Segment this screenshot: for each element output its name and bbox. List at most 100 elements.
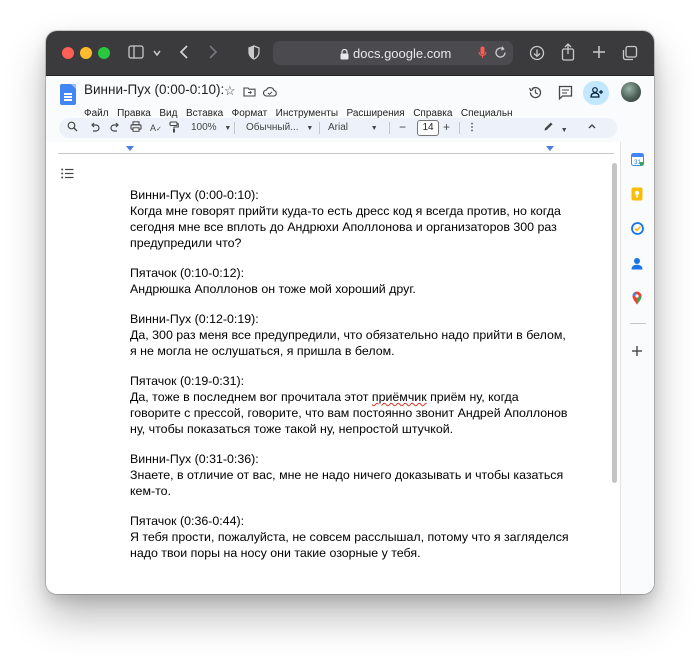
paragraph-style-value: Обычный... <box>246 122 299 133</box>
plus-icon[interactable] <box>592 45 606 61</box>
document-outline-icon[interactable] <box>61 168 74 181</box>
star-icon[interactable]: ☆ <box>224 84 236 98</box>
sidebar-icon[interactable] <box>128 45 144 61</box>
vertical-scrollbar[interactable] <box>612 163 617 483</box>
toolbar-divider <box>459 122 460 134</box>
line-segment: приём ну, когда <box>426 390 519 404</box>
document-canvas[interactable]: Винни-Пух (0:00-0:10): Когда мне говорят… <box>46 155 620 594</box>
chevron-down-icon[interactable] <box>152 46 162 60</box>
transcript-line: говорите с прессой, говорите, что вам по… <box>130 406 568 420</box>
speaker-label: Пятачок (0:10-0:12): <box>130 266 245 280</box>
shield-icon[interactable] <box>248 45 260 62</box>
toolbar-divider <box>389 122 390 134</box>
docs-logo-icon[interactable] <box>60 84 76 105</box>
transcript-block: Пятачок (0:19-0:31): Да, тоже в последне… <box>130 373 575 437</box>
address-bar[interactable]: docs.google.com <box>273 41 513 65</box>
tab-overview-icon[interactable] <box>622 45 638 63</box>
transcript-line: Андрюшка Аполлонов он тоже мой хороший д… <box>130 282 416 296</box>
forward-icon[interactable] <box>208 44 218 62</box>
font-size-input[interactable]: 14 <box>417 120 439 136</box>
pencil-icon <box>543 122 557 135</box>
transcript-line: сегодня мне все вплоть до Андрюхи Аполло… <box>130 220 557 234</box>
speaker-label: Винни-Пух (0:12-0:19): <box>130 312 259 326</box>
transcript-block: Пятачок (0:36-0:44): Я тебя прости, пожа… <box>130 513 575 561</box>
zoom-window-button[interactable] <box>98 47 110 59</box>
transcript-line: предупредили что? <box>130 236 242 250</box>
version-history-icon[interactable] <box>528 85 543 102</box>
font-select[interactable]: Arial ▼ <box>328 121 378 136</box>
transcript-line: надо твои поры на носу они такие озорные… <box>130 546 421 560</box>
editing-mode-button[interactable]: ▼ <box>543 121 568 138</box>
transcript-line: Да, тоже в последнем вог прочитала этот … <box>130 389 575 405</box>
zoom-select[interactable]: 100% ▼ <box>191 121 231 136</box>
ruler <box>58 142 618 155</box>
spelling-check-icon[interactable]: A✓ <box>150 121 162 137</box>
reload-icon[interactable] <box>494 46 507 64</box>
chevron-down-icon: ▼ <box>370 125 378 132</box>
transcript-line: я не могла не ослушаться, я пришла в бел… <box>130 344 395 358</box>
more-options-icon[interactable]: ⋮ <box>467 121 477 135</box>
print-icon[interactable] <box>130 121 142 137</box>
hide-menus-icon[interactable] <box>587 121 597 136</box>
contacts-icon[interactable] <box>630 257 644 271</box>
minimize-window-button[interactable] <box>80 47 92 59</box>
transcript-block: Винни-Пух (0:31-0:36): Знаете, в отличие… <box>130 451 575 499</box>
document-title[interactable]: Винни-Пух (0:00-0:10): <box>84 82 224 97</box>
paint-format-icon[interactable] <box>169 121 179 138</box>
chevron-down-icon: ▼ <box>224 125 232 132</box>
side-panel: 31 <box>620 142 654 594</box>
url-text: docs.google.com <box>353 46 452 61</box>
transcript-line: Знаете, в отличие от вас, мне не надо ни… <box>130 468 564 482</box>
close-window-button[interactable] <box>62 47 74 59</box>
side-panel-divider <box>630 323 646 324</box>
transcript-block: Винни-Пух (0:12-0:19): Да, 300 раз меня … <box>130 311 575 359</box>
transcript-block: Пятачок (0:10-0:12): Андрюшка Аполлонов … <box>130 265 575 297</box>
search-menus-icon[interactable] <box>67 121 78 137</box>
add-person-icon <box>589 87 603 101</box>
toolbar-divider <box>319 122 320 134</box>
decrease-font-size-button[interactable]: − <box>399 120 406 134</box>
download-icon[interactable] <box>529 45 545 63</box>
transcript-line: Когда мне говорят прийти куда-то есть др… <box>130 204 561 218</box>
svg-text:31: 31 <box>634 160 641 166</box>
document-body[interactable]: Винни-Пух (0:00-0:10): Когда мне говорят… <box>130 187 575 575</box>
comments-icon[interactable] <box>558 85 573 102</box>
share-button[interactable] <box>583 81 609 105</box>
paragraph-style-select[interactable]: Обычный... ▼ <box>246 121 313 136</box>
speaker-label: Винни-Пух (0:00-0:10): <box>130 188 259 202</box>
increase-font-size-button[interactable]: + <box>443 120 450 134</box>
transcript-line: кем-то. <box>130 484 171 498</box>
menu-bar: Файл Правка Вид Вставка Формат Инструменты Рас… <box>84 103 521 119</box>
back-icon[interactable] <box>179 44 189 62</box>
transcript-line: ну, чтобы показаться тоже такой ну, непр… <box>130 422 454 436</box>
maps-icon[interactable] <box>630 291 644 305</box>
transcript-block: Винни-Пух (0:00-0:10): Когда мне говорят… <box>130 187 575 251</box>
right-indent-marker[interactable] <box>546 146 554 151</box>
misspelled-word[interactable]: приёмчик <box>372 390 427 404</box>
share-icon[interactable] <box>561 43 575 63</box>
speaker-label: Винни-Пух (0:31-0:36): <box>130 452 259 466</box>
formatting-toolbar: A✓ 100% ▼ Обычный... ▼ Arial ▼ − 14 + ⋮ … <box>59 118 617 138</box>
ruler-line <box>58 153 614 154</box>
lock-icon <box>340 47 349 65</box>
transcript-line: Я тебя прости, пожалуйста, не совсем рас… <box>130 530 569 544</box>
transcript-line: Да, 300 раз меня все предупредили, что о… <box>130 328 566 342</box>
toolbar-divider <box>234 122 235 134</box>
browser-window: docs.google.com Винни-Пух (0:00-0:10): ☆ <box>46 31 654 594</box>
chevron-down-icon: ▼ <box>306 125 314 132</box>
speaker-label: Пятачок (0:19-0:31): <box>130 374 245 388</box>
tasks-icon[interactable] <box>630 222 644 236</box>
chevron-down-icon: ▼ <box>560 127 568 134</box>
calendar-icon[interactable]: 31 <box>630 153 644 167</box>
undo-icon[interactable] <box>89 121 100 137</box>
avatar[interactable] <box>621 82 641 102</box>
move-folder-icon[interactable] <box>243 85 256 99</box>
font-value: Arial <box>328 122 349 133</box>
redo-icon[interactable] <box>110 121 121 137</box>
keep-icon[interactable] <box>630 187 644 201</box>
left-indent-marker[interactable] <box>126 146 134 151</box>
add-addon-icon[interactable] <box>630 345 644 359</box>
mic-icon[interactable] <box>478 46 487 64</box>
speaker-label: Пятачок (0:36-0:44): <box>130 514 245 528</box>
cloud-status-icon[interactable] <box>263 85 277 99</box>
